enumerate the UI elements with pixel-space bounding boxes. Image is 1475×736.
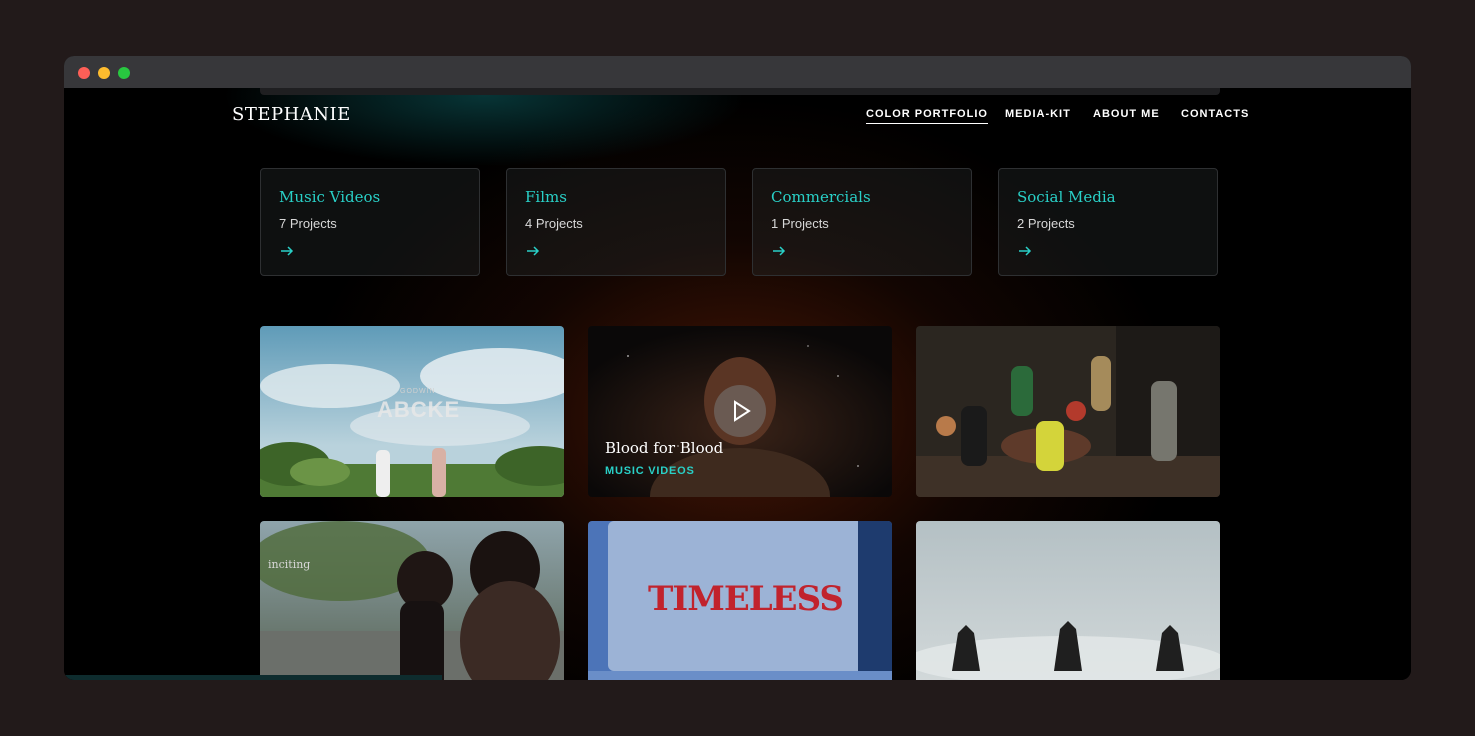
project-thumbnail-1[interactable]: GODWIN ABCKE <box>260 326 564 497</box>
site-logo[interactable]: STEPHANIE <box>232 104 351 125</box>
category-count: 1 Projects <box>771 216 829 231</box>
thumbnail-title-art: inciting <box>268 558 311 571</box>
thumbnail-caption: GODWIN <box>400 388 436 395</box>
nav-about-me[interactable]: ABOUT ME <box>1093 108 1160 120</box>
maximize-window-button[interactable] <box>118 67 130 79</box>
project-title[interactable]: Blood for Blood <box>605 439 723 457</box>
project-thumbnail-2[interactable]: Blood for Blood MUSIC VIDEOS <box>588 326 892 497</box>
thumbnail-image <box>260 521 564 680</box>
top-strip <box>260 88 1220 95</box>
bottom-progress-bar <box>64 675 442 680</box>
arrow-right-icon[interactable] <box>525 243 541 259</box>
category-title: Films <box>525 188 567 206</box>
nav-color-portfolio[interactable]: COLOR PORTFOLIO <box>866 108 988 124</box>
close-window-button[interactable] <box>78 67 90 79</box>
minimize-window-button[interactable] <box>98 67 110 79</box>
project-thumbnail-6[interactable] <box>916 521 1220 680</box>
category-count: 4 Projects <box>525 216 583 231</box>
category-card-social-media[interactable]: Social Media 2 Projects <box>998 168 1218 276</box>
category-title: Music Videos <box>279 188 381 206</box>
play-button[interactable] <box>714 385 766 437</box>
arrow-right-icon[interactable] <box>279 243 295 259</box>
project-category-tag: MUSIC VIDEOS <box>605 465 695 477</box>
play-icon <box>734 400 751 422</box>
thumbnail-title-art: ABCKE <box>377 397 461 422</box>
category-card-films[interactable]: Films 4 Projects <box>506 168 726 276</box>
arrow-right-icon[interactable] <box>1017 243 1033 259</box>
project-thumbnail-5[interactable]: TIMELESS <box>588 521 892 680</box>
category-count: 7 Projects <box>279 216 337 231</box>
page-viewport: STEPHANIE COLOR PORTFOLIO MEDIA-KIT ABOU… <box>64 88 1411 680</box>
category-card-music-videos[interactable]: Music Videos 7 Projects <box>260 168 480 276</box>
thumbnail-image <box>916 326 1220 497</box>
project-thumbnail-3[interactable] <box>916 326 1220 497</box>
category-title: Commercials <box>771 188 871 206</box>
category-title: Social Media <box>1017 188 1116 206</box>
browser-window: STEPHANIE COLOR PORTFOLIO MEDIA-KIT ABOU… <box>64 56 1411 680</box>
project-thumbnail-4[interactable]: inciting <box>260 521 564 680</box>
category-count: 2 Projects <box>1017 216 1075 231</box>
category-card-commercials[interactable]: Commercials 1 Projects <box>752 168 972 276</box>
thumbnail-title-art: TIMELESS <box>648 579 844 619</box>
thumbnail-image <box>916 521 1220 680</box>
arrow-right-icon[interactable] <box>771 243 787 259</box>
window-titlebar <box>64 56 1411 88</box>
nav-media-kit[interactable]: MEDIA-KIT <box>1005 108 1071 120</box>
nav-contacts[interactable]: CONTACTS <box>1181 108 1249 120</box>
